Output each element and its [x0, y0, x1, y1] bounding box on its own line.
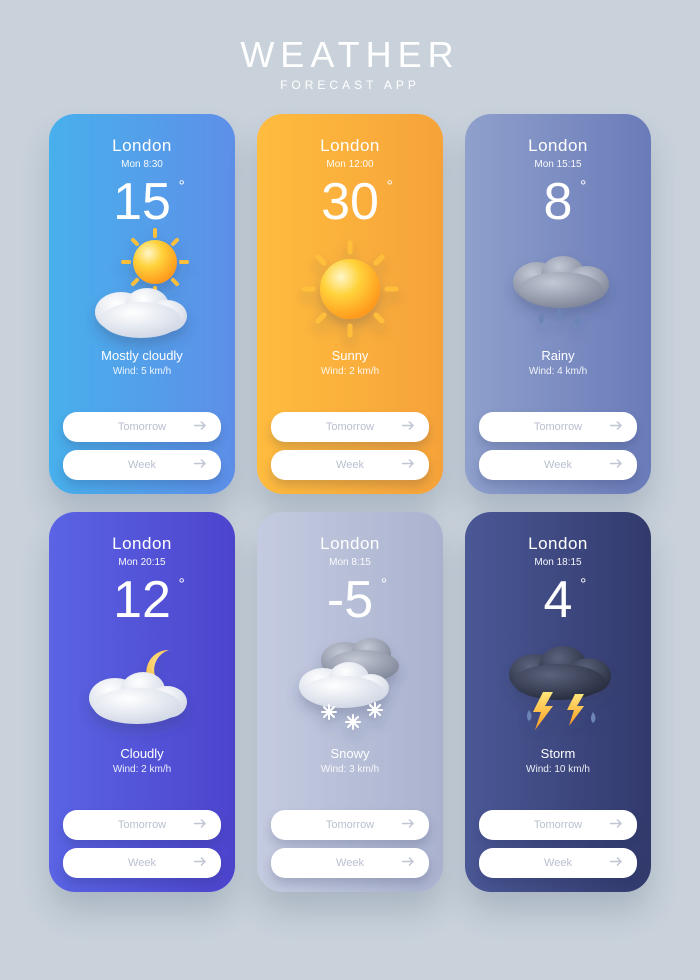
- temperature: 15 °: [113, 176, 171, 238]
- arrow-right-icon: [193, 819, 207, 832]
- week-button-label: Week: [128, 459, 156, 471]
- snow-cloud-icon: [285, 632, 415, 742]
- tomorrow-button[interactable]: Tomorrow: [479, 412, 637, 442]
- city-label: London: [112, 136, 172, 156]
- city-label: London: [528, 136, 588, 156]
- degree-icon: °: [381, 576, 387, 594]
- tomorrow-button[interactable]: Tomorrow: [271, 810, 429, 840]
- weather-card-sunny: London Mon 12:00 30 ° Sunny Wind: 2 km/: [257, 114, 443, 494]
- wind-label: Wind: 2 km/h: [321, 366, 379, 377]
- timestamp: Mon 12:00: [326, 159, 373, 170]
- city-label: London: [112, 534, 172, 554]
- week-button-label: Week: [544, 459, 572, 471]
- wind-label: Wind: 3 km/h: [321, 764, 379, 775]
- temperature-value: 12: [113, 571, 171, 629]
- city-label: London: [320, 534, 380, 554]
- tomorrow-button[interactable]: Tomorrow: [63, 412, 221, 442]
- arrow-right-icon: [609, 459, 623, 472]
- degree-icon: °: [179, 178, 185, 196]
- arrow-right-icon: [401, 819, 415, 832]
- week-button[interactable]: Week: [479, 848, 637, 878]
- tomorrow-button-label: Tomorrow: [118, 819, 166, 831]
- cards-grid: London Mon 8:30 15 °: [49, 114, 651, 892]
- degree-icon: °: [580, 576, 586, 594]
- arrow-right-icon: [609, 819, 623, 832]
- city-label: London: [528, 534, 588, 554]
- tomorrow-button-label: Tomorrow: [118, 421, 166, 433]
- week-button-label: Week: [336, 857, 364, 869]
- weather-card-snowy: London Mon 8:15 -5 °: [257, 512, 443, 892]
- degree-icon: °: [580, 178, 586, 196]
- tomorrow-button[interactable]: Tomorrow: [479, 810, 637, 840]
- arrow-right-icon: [193, 459, 207, 472]
- degree-icon: °: [179, 576, 185, 594]
- temperature-value: 15: [113, 173, 171, 231]
- week-button-label: Week: [544, 857, 572, 869]
- temperature: 4 °: [544, 574, 573, 636]
- condition-label: Rainy: [541, 348, 574, 363]
- timestamp: Mon 8:30: [121, 159, 163, 170]
- condition-label: Sunny: [332, 348, 369, 363]
- arrow-right-icon: [609, 857, 623, 870]
- week-button[interactable]: Week: [271, 450, 429, 480]
- storm-cloud-icon: [493, 632, 623, 742]
- wind-label: Wind: 10 km/h: [526, 764, 590, 775]
- temperature: -5 °: [327, 574, 373, 636]
- wind-label: Wind: 4 km/h: [529, 366, 587, 377]
- timestamp: Mon 20:15: [118, 557, 165, 568]
- week-button-label: Week: [128, 857, 156, 869]
- condition-label: Cloudly: [120, 746, 163, 761]
- app-subtitle: FORECAST APP: [240, 78, 459, 92]
- moon-cloud-icon: [77, 632, 207, 742]
- wind-label: Wind: 2 km/h: [113, 764, 171, 775]
- tomorrow-button-label: Tomorrow: [534, 819, 582, 831]
- rain-cloud-icon: [493, 234, 623, 344]
- condition-label: Storm: [541, 746, 576, 761]
- city-label: London: [320, 136, 380, 156]
- tomorrow-button-label: Tomorrow: [326, 421, 374, 433]
- weather-card-mostly-cloudy: London Mon 8:30 15 °: [49, 114, 235, 494]
- temperature-value: 4: [544, 571, 573, 629]
- temperature-value: 30: [321, 173, 379, 231]
- week-button[interactable]: Week: [63, 848, 221, 878]
- arrow-right-icon: [193, 857, 207, 870]
- tomorrow-button[interactable]: Tomorrow: [63, 810, 221, 840]
- temperature: 8 °: [544, 176, 573, 238]
- week-button[interactable]: Week: [63, 450, 221, 480]
- week-button-label: Week: [336, 459, 364, 471]
- temperature: 30 °: [321, 176, 379, 238]
- condition-label: Mostly cloudly: [101, 348, 183, 363]
- weather-card-storm: London Mon 18:15 4 °: [465, 512, 651, 892]
- week-button[interactable]: Week: [479, 450, 637, 480]
- app-header: WEATHER FORECAST APP: [240, 34, 459, 92]
- arrow-right-icon: [401, 459, 415, 472]
- weather-card-cloudy: London Mon 20:15 12 ° Cloudly Wind: 2 km…: [49, 512, 235, 892]
- temperature: 12 °: [113, 574, 171, 636]
- arrow-right-icon: [609, 421, 623, 434]
- temperature-value: 8: [544, 173, 573, 231]
- timestamp: Mon 15:15: [534, 159, 581, 170]
- arrow-right-icon: [401, 421, 415, 434]
- tomorrow-button[interactable]: Tomorrow: [271, 412, 429, 442]
- arrow-right-icon: [193, 421, 207, 434]
- arrow-right-icon: [401, 857, 415, 870]
- wind-label: Wind: 5 km/h: [113, 366, 171, 377]
- timestamp: Mon 18:15: [534, 557, 581, 568]
- week-button[interactable]: Week: [271, 848, 429, 878]
- sun-icon: [285, 234, 415, 344]
- app-title: WEATHER: [240, 34, 459, 76]
- condition-label: Snowy: [330, 746, 369, 761]
- timestamp: Mon 8:15: [329, 557, 371, 568]
- tomorrow-button-label: Tomorrow: [534, 421, 582, 433]
- tomorrow-button-label: Tomorrow: [326, 819, 374, 831]
- weather-card-rainy: London Mon 15:15 8 °: [465, 114, 651, 494]
- temperature-value: -5: [327, 571, 373, 629]
- degree-icon: °: [387, 178, 393, 196]
- sun-cloud-icon: [77, 234, 207, 344]
